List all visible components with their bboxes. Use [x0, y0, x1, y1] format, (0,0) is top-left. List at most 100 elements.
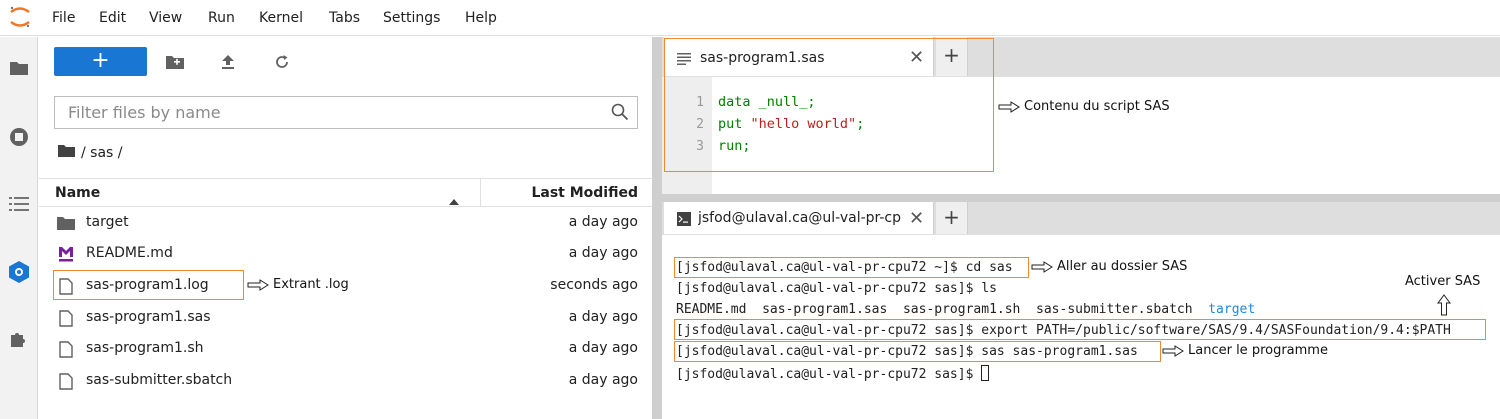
column-name-header[interactable]: Name [55, 185, 100, 201]
breadcrumb-path[interactable]: / sas / [81, 145, 123, 161]
add-tab-button[interactable]: + [936, 202, 968, 234]
terminal-icon [677, 211, 691, 230]
file-icon [57, 277, 75, 295]
file-icon [57, 309, 75, 327]
menu-settings[interactable]: Settings [383, 10, 440, 26]
code-line: data _null_; [718, 94, 816, 110]
right-arrow-icon [998, 100, 1020, 113]
home-folder-icon[interactable] [58, 144, 75, 161]
folder-icon[interactable] [0, 48, 38, 88]
refresh-icon[interactable] [271, 51, 293, 73]
menu-file[interactable]: File [52, 10, 75, 26]
code-punct: ; [856, 116, 865, 132]
text-file-icon [677, 50, 691, 69]
markdown-icon [57, 245, 75, 263]
new-folder-icon[interactable] [164, 51, 186, 73]
file-modified: a day ago [568, 245, 638, 261]
launch-annotation-text: Lancer le programme [1188, 343, 1328, 358]
code-line: put "hello world"; [718, 116, 864, 132]
line-number: 3 [696, 139, 704, 154]
folder-icon [57, 214, 75, 232]
line-gutter: 1 2 3 [662, 77, 712, 195]
terminal-line: [jsfod@ulaval.ca@ul-val-pr-cpu72 ~]$ cd … [676, 260, 1013, 275]
file-modified: a day ago [568, 309, 638, 325]
file-name: README.md [86, 245, 173, 261]
running-sessions-icon[interactable] [0, 117, 38, 157]
file-row-sas[interactable]: sas-program1.sas a day ago [39, 302, 652, 333]
log-annotation: Extrant .log [247, 277, 349, 292]
code-keyword: put [718, 116, 751, 132]
right-arrow-icon [247, 278, 269, 291]
menu-bar: File Edit View Run Kernel Tabs Settings … [0, 0, 1500, 36]
jupyter-logo-icon [8, 4, 32, 30]
file-row-sh[interactable]: sas-program1.sh a day ago [39, 333, 652, 364]
menu-edit[interactable]: Edit [99, 10, 126, 26]
ls-output: README.md sas-program1.sas sas-program1.… [676, 302, 1209, 317]
search-icon[interactable] [611, 103, 629, 125]
panel-splitter[interactable] [652, 37, 662, 419]
cd-annotation: Aller au dossier SAS [1031, 259, 1187, 274]
menu-help[interactable]: Help [465, 10, 497, 26]
right-arrow-icon [1162, 344, 1184, 357]
table-of-contents-icon[interactable] [0, 184, 38, 224]
close-icon[interactable]: ✕ [909, 47, 924, 68]
menu-view[interactable]: View [149, 10, 182, 26]
script-annotation-text: Contenu du script SAS [1024, 99, 1170, 114]
listing-header: Name Last Modified [39, 178, 652, 207]
file-name: sas-program1.log [86, 277, 209, 293]
prompt: [jsfod@ulaval.ca@ul-val-pr-cpu72 sas]$ [676, 367, 982, 382]
horizontal-splitter[interactable] [662, 194, 1500, 202]
file-name: sas-program1.sh [86, 340, 204, 356]
tab-label: jsfod@ulaval.ca@ul-val-pr-cpu72 [698, 210, 902, 226]
terminal-tab-bar: jsfod@ulaval.ca@ul-val-pr-cpu72 ✕ + [662, 202, 1500, 234]
line-number: 2 [696, 117, 704, 132]
file-modified: a day ago [568, 340, 638, 356]
file-name: sas-program1.sas [86, 309, 211, 325]
file-browser: + / sas / Name Last Modified target a da… [39, 37, 652, 419]
code-line: run; [718, 138, 751, 154]
filter-box [54, 96, 638, 129]
editor-tab-bar: sas-program1.sas ✕ + [662, 37, 1500, 76]
terminal-line: [jsfod@ulaval.ca@ul-val-pr-cpu72 sas]$ e… [676, 323, 1451, 338]
breadcrumb: / sas / [58, 144, 123, 161]
up-arrow-icon [1437, 294, 1451, 316]
column-separator[interactable] [480, 179, 481, 207]
puzzle-piece-icon[interactable] [0, 319, 38, 359]
column-modified-header[interactable]: Last Modified [531, 185, 638, 201]
script-annotation: Contenu du script SAS [998, 99, 1170, 114]
file-name: target [86, 214, 129, 230]
add-tab-button[interactable]: + [936, 37, 968, 76]
code-editor[interactable]: 1 2 3 data _null_; put "hello world"; ru… [662, 76, 1500, 195]
activity-bar [0, 37, 38, 419]
file-row-readme[interactable]: README.md a day ago [39, 238, 652, 269]
filter-input[interactable] [55, 97, 605, 128]
menu-run[interactable]: Run [208, 10, 235, 26]
file-modified: a day ago [568, 372, 638, 388]
cd-annotation-text: Aller au dossier SAS [1057, 259, 1188, 274]
tab-sas-program1[interactable]: sas-program1.sas ✕ [664, 37, 934, 76]
tab-label: sas-program1.sas [700, 50, 825, 66]
close-icon[interactable]: ✕ [909, 208, 924, 229]
line-number: 1 [696, 95, 704, 110]
file-row-target[interactable]: target a day ago [39, 207, 652, 238]
ls-directory: target [1208, 302, 1256, 317]
extension-hexagon-icon[interactable] [0, 252, 38, 292]
file-row-sbatch[interactable]: sas-submitter.sbatch a day ago [39, 365, 652, 396]
file-modified: seconds ago [550, 277, 638, 293]
file-icon [57, 340, 75, 358]
terminal-line: [jsfod@ulaval.ca@ul-val-pr-cpu72 sas]$ s… [676, 344, 1138, 359]
tab-terminal[interactable]: jsfod@ulaval.ca@ul-val-pr-cpu72 ✕ [664, 202, 934, 234]
activate-annotation-text: Activer SAS [1405, 274, 1481, 289]
upload-icon[interactable] [217, 51, 239, 73]
file-name: sas-submitter.sbatch [86, 372, 233, 388]
code-string: "hello world" [750, 116, 857, 132]
terminal-line: README.md sas-program1.sas sas-program1.… [676, 302, 1255, 317]
terminal-line: [jsfod@ulaval.ca@ul-val-pr-cpu72 sas]$ [676, 365, 990, 382]
menu-tabs[interactable]: Tabs [329, 10, 360, 26]
activate-annotation: Activer SAS [1405, 274, 1480, 289]
file-modified: a day ago [568, 214, 638, 230]
menu-kernel[interactable]: Kernel [259, 10, 303, 26]
cursor [981, 365, 990, 381]
new-launcher-button[interactable]: + [54, 47, 147, 76]
terminal-line: [jsfod@ulaval.ca@ul-val-pr-cpu72 sas]$ l… [676, 281, 997, 296]
